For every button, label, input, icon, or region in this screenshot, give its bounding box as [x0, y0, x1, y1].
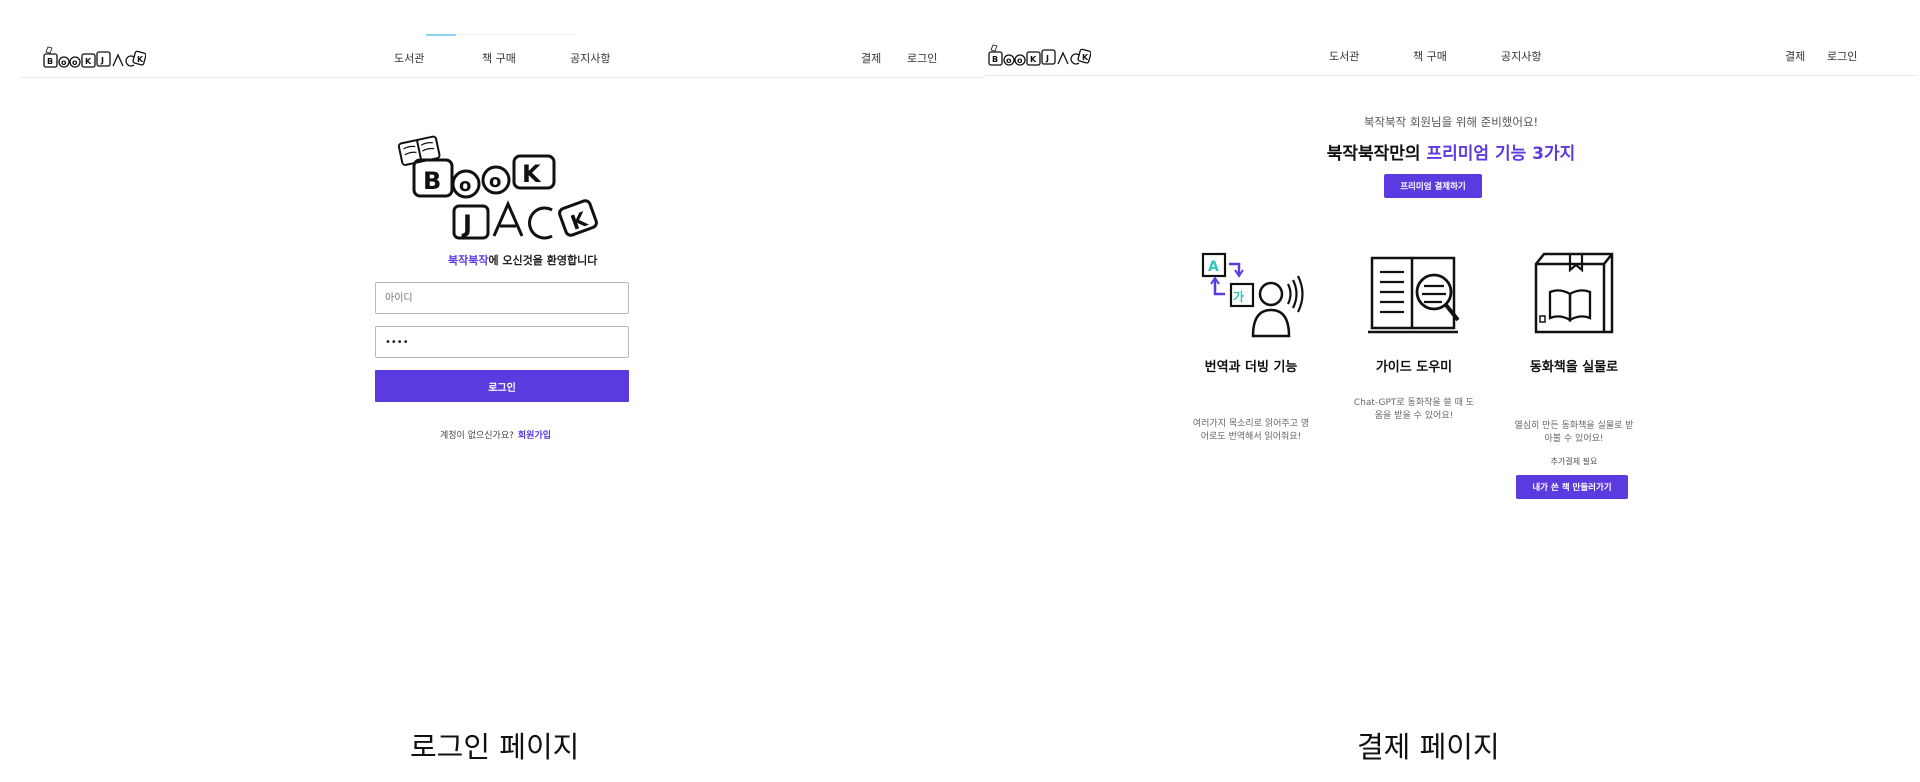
login-page-caption: 로그인 페이지: [410, 730, 580, 764]
book-magnifier-icon: [1368, 256, 1460, 334]
feature-guide-helper: 가이드 도우미 Chat-GPT로 동화작을 쓸 때 도움을 받을 수 있어요!: [1339, 250, 1489, 421]
bookjack-logo[interactable]: BooKJK: [42, 46, 146, 72]
feature-description: Chat-GPT로 동화작을 쓸 때 도움을 받을 수 있어요!: [1353, 398, 1475, 421]
premium-pay-button[interactable]: 프리미엄 결제하기: [1384, 174, 1482, 198]
payment-page-panel: BooKJK 도서관 책 구매 공지사항 결제 로그인 북작북작 회원님을 위해…: [985, 0, 1917, 782]
welcome-text: 에 오신것을 환영합니다: [488, 254, 598, 267]
feature-title: 동화책을 실물로: [1529, 360, 1619, 375]
make-my-book-button[interactable]: 내가 쓴 책 만들러가기: [1516, 475, 1628, 499]
book-box-icon: [1534, 252, 1614, 334]
feature-description: 여러가지 목소리로 읽어주고 영어로도 번역해서 읽어줘요!: [1192, 419, 1310, 442]
feature-physical-book: 동화책을 실물로 열심히 만든 동화책을 실물로 받아볼 수 있어요! 추가결제…: [1499, 250, 1649, 499]
svg-text:가: 가: [1233, 289, 1244, 304]
svg-text:J: J: [1045, 54, 1049, 63]
svg-text:o: o: [1006, 56, 1012, 65]
nav-payment[interactable]: 결제: [1785, 48, 1805, 64]
id-input[interactable]: [375, 282, 629, 314]
signup-prompt: 계정이 없으신가요?: [440, 431, 514, 441]
signup-row: 계정이 없으신가요? 회원가입: [440, 428, 551, 441]
svg-text:K: K: [1030, 55, 1037, 64]
svg-text:B: B: [47, 57, 53, 66]
nav-buy-books[interactable]: 책 구매: [1413, 48, 1447, 64]
svg-text:o: o: [72, 58, 78, 67]
welcome-brand: 북작북작: [448, 254, 489, 267]
svg-text:B: B: [423, 167, 441, 195]
svg-text:o: o: [1017, 56, 1023, 65]
nav-library[interactable]: 도서관: [1329, 48, 1359, 64]
bookjack-logo[interactable]: BooKJK: [987, 44, 1091, 70]
nav-notices[interactable]: 공지사항: [1501, 48, 1541, 64]
svg-text:J: J: [100, 56, 104, 65]
bookjack-big-logo: B o o K J K: [397, 135, 598, 240]
payment-page-caption: 결제 페이지: [1357, 730, 1500, 764]
svg-text:A: A: [1208, 259, 1219, 275]
feature-description: 열심히 만든 동화책을 실물로 받아볼 수 있어요!: [1514, 421, 1634, 444]
svg-text:K: K: [85, 57, 92, 66]
extra-payment-note: 추가결제 필요: [1550, 457, 1598, 466]
password-input[interactable]: [375, 326, 629, 358]
nav-active-indicator: [426, 34, 456, 36]
navbar: BooKJK 도서관 책 구매 공지사항 결제 로그인: [985, 34, 1917, 76]
svg-text:K: K: [522, 160, 542, 188]
feature-translate-dub: A 가 번역과 더빙 기능 여러가지 목소리로 읽어주고 영어로도 번역해서 읽…: [1176, 250, 1326, 442]
feature-title: 번역과 더빙 기능: [1204, 360, 1298, 375]
nav-login[interactable]: 로그인: [907, 50, 937, 66]
payment-title: 북작북작만의 프리미엄 기능 3가지: [985, 139, 1917, 164]
translate-voice-icon: A 가: [1201, 252, 1304, 338]
svg-text:K: K: [1082, 53, 1089, 62]
nav-login[interactable]: 로그인: [1827, 48, 1857, 64]
payment-title-prefix: 북작북작만의: [1326, 144, 1427, 164]
feature-title: 가이드 도우미: [1375, 360, 1453, 375]
signup-link[interactable]: 회원가입: [518, 431, 551, 441]
nav-payment[interactable]: 결제: [861, 50, 881, 66]
nav-library[interactable]: 도서관: [394, 50, 424, 66]
welcome-message: 북작북작에 오신것을 환영합니다: [448, 252, 597, 268]
svg-text:J: J: [461, 210, 472, 238]
nav-buy-books[interactable]: 책 구매: [482, 50, 516, 66]
login-page-panel: BooKJK 도서관 책 구매 공지사항 결제 로그인 B o o K J K …: [20, 0, 985, 782]
svg-text:B: B: [992, 55, 998, 64]
svg-text:o: o: [61, 58, 67, 67]
login-button[interactable]: 로그인: [375, 370, 629, 402]
svg-text:o: o: [459, 175, 471, 196]
svg-text:K: K: [137, 55, 144, 64]
svg-text:o: o: [489, 171, 501, 192]
nav-notices[interactable]: 공지사항: [570, 50, 610, 66]
navbar: BooKJK 도서관 책 구매 공지사항 결제 로그인: [20, 34, 985, 78]
payment-title-highlight: 프리미엄 기능 3가지: [1426, 144, 1576, 164]
payment-subtitle: 북작북작 회원님을 위해 준비했어요!: [1363, 115, 1539, 129]
